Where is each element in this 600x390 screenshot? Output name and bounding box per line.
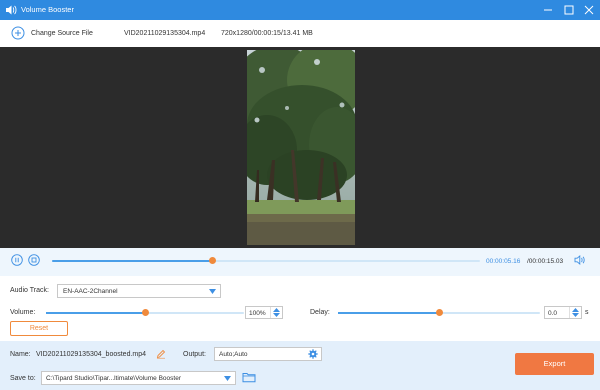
stepper-down-icon[interactable] [572, 313, 579, 317]
maximize-icon[interactable] [562, 3, 576, 17]
progress-fill [52, 260, 213, 262]
title-bar: Volume Booster [0, 0, 600, 20]
video-preview-area [0, 47, 600, 248]
gear-icon[interactable] [308, 349, 318, 359]
save-to-label: Save to: [10, 375, 36, 382]
audio-track-value: EN-AAC-2Channel [63, 288, 118, 295]
output-file-name: VID20211029135304_boosted.mp4 [36, 351, 147, 358]
delay-slider-handle[interactable] [435, 309, 443, 316]
edit-pencil-icon[interactable] [156, 349, 166, 359]
total-time: /00:00:15.03 [527, 258, 564, 265]
pause-icon[interactable] [11, 254, 23, 266]
reset-button[interactable]: Reset [10, 321, 68, 336]
volume-slider-fill [46, 312, 145, 314]
video-thumbnail-image [247, 50, 355, 245]
output-format-field[interactable]: Auto;Auto [214, 347, 322, 361]
progress-track[interactable] [52, 257, 480, 264]
delay-unit: s [585, 309, 589, 316]
stepper-up-icon[interactable] [273, 308, 280, 312]
add-circle-icon[interactable] [11, 26, 25, 40]
delay-slider[interactable] [338, 309, 540, 316]
stop-icon[interactable] [28, 254, 40, 266]
change-source-button[interactable]: Change Source File [31, 30, 93, 37]
source-file-name: VID20211029135304.mp4 [124, 30, 206, 37]
stepper-down-icon[interactable] [273, 313, 280, 317]
window-title: Volume Booster [21, 5, 74, 14]
speaker-icon [6, 5, 17, 15]
delay-value: 0.0 [548, 310, 558, 317]
stepper-up-icon[interactable] [572, 308, 579, 312]
save-to-path-field[interactable]: C:\Tipard Studio\Tipar...ltimate\Volume … [41, 371, 236, 385]
delay-stepper-arrows[interactable] [569, 307, 581, 318]
output-label: Output: [183, 351, 206, 358]
close-icon[interactable] [582, 3, 596, 17]
audio-track-select[interactable]: EN-AAC-2Channel [57, 284, 221, 298]
video-frame [247, 50, 355, 245]
source-info-bar: Change Source File VID20211029135304.mp4… [0, 20, 600, 47]
name-label: Name: [10, 351, 31, 358]
minimize-icon[interactable] [541, 3, 555, 17]
save-to-path-value: C:\Tipard Studio\Tipar...ltimate\Volume … [46, 375, 181, 382]
volume-slider[interactable] [46, 309, 244, 316]
volume-speaker-icon[interactable] [574, 254, 586, 266]
volume-label: Volume: [10, 309, 36, 316]
playback-bar: 00:00:05.16 /00:00:15.03 [0, 248, 600, 276]
volume-stepper[interactable]: 100% [245, 306, 283, 319]
chevron-down-icon [209, 289, 216, 294]
volume-slider-handle[interactable] [141, 309, 149, 316]
progress-handle[interactable] [208, 257, 216, 264]
volume-stepper-arrows[interactable] [270, 307, 282, 318]
delay-slider-fill [338, 312, 439, 314]
chevron-down-icon[interactable] [224, 376, 231, 381]
delay-label: Delay: [310, 309, 330, 316]
source-file-meta: 720x1280/00:00:15/13.41 MB [221, 30, 313, 37]
output-format-value: Auto;Auto [219, 351, 248, 358]
current-time: 00:00:05.16 [486, 258, 521, 265]
open-folder-icon[interactable] [242, 371, 256, 383]
volume-value: 100% [249, 310, 266, 317]
export-button[interactable]: Export [515, 353, 594, 375]
audio-track-label: Audio Track: [10, 287, 49, 294]
delay-stepper[interactable]: 0.0 [544, 306, 582, 319]
